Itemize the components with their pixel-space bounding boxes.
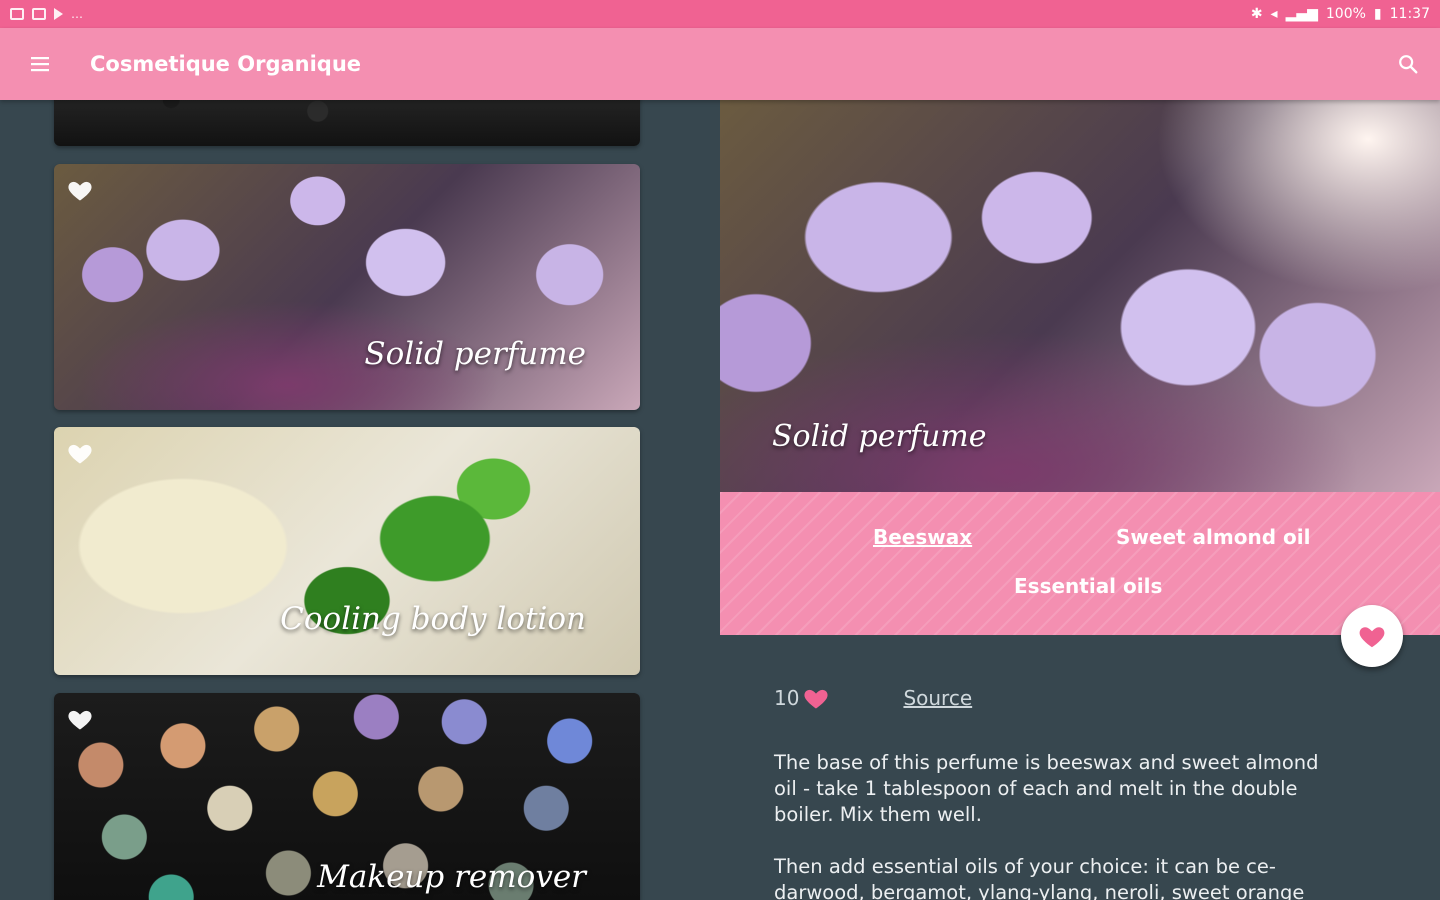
likes-count: 10 [774,686,800,710]
app-title: Cosmetique Organique [90,52,362,76]
search-button[interactable] [1390,46,1426,82]
image-notification-icon [10,8,24,20]
status-bar-system: ✱ ◂ ▂▄▆ 100% ▮ 11:37 [1251,6,1430,22]
source-link[interactable]: Source [903,686,972,710]
recipe-card[interactable]: Cooling body lotion [54,427,640,675]
likes-counter: 10 [774,684,831,712]
recipe-hero: Solid perfume [720,100,1440,492]
mute-icon: ◂ [1270,6,1278,22]
signal-icon: ▂▄▆ [1285,6,1318,22]
recipe-list[interactable]: Solid perfume Cooling body lotion Makeup… [0,100,720,900]
more-notifications-icon: … [71,7,83,21]
recipe-card[interactable]: Solid perfume [54,164,640,410]
description-paragraph: Then add essential oils of your choice: … [774,855,1305,900]
status-bar-notifications: … [10,7,83,21]
recipe-card-partial[interactable] [54,100,640,146]
heart-icon [1359,627,1385,648]
recipe-card-title: Solid perfume [364,336,586,372]
description-paragraph: The base of this perfume is beeswax and … [774,751,1319,826]
ingredient-link[interactable]: Essential oils [1014,574,1162,598]
play-notification-icon [54,8,63,20]
recipe-card-image [54,164,640,410]
battery-icon: ▮ [1373,6,1382,22]
recipe-title: Solid perfume [772,419,987,454]
recipe-description: The base of this perfume is beeswax and … [774,750,1344,900]
favorite-button[interactable] [1341,605,1403,667]
heart-outline-icon[interactable] [66,705,94,733]
clock: 11:37 [1389,6,1430,22]
app-bar: Cosmetique Organique [0,28,1440,100]
search-icon [1399,55,1418,74]
menu-icon [31,57,49,72]
cast-notification-icon [32,8,46,20]
ingredient-link[interactable]: Beeswax [873,525,972,549]
recipe-card-title: Cooling body lotion [280,601,586,637]
heart-outline-icon[interactable] [66,439,94,467]
heart-icon [804,689,829,709]
recipe-card-image [54,427,640,675]
ingredient-link[interactable]: Sweet almond oil [1116,525,1310,549]
recipe-card[interactable]: Makeup remover [54,693,640,900]
bluetooth-icon: ✱ [1250,6,1263,22]
recipe-card-title: Makeup remover [317,859,586,895]
ingredients-panel: Beeswax Sweet almond oil Essential oils [720,492,1440,635]
recipe-detail[interactable]: Solid perfume Beeswax Sweet almond oil E… [720,100,1440,900]
recipe-meta: 10 Source [774,684,972,712]
status-bar: … ✱ ◂ ▂▄▆ 100% ▮ 11:37 [0,0,1440,28]
battery-level: 100% [1325,6,1366,22]
menu-button[interactable] [0,28,80,100]
heart-outline-icon[interactable] [66,176,94,204]
recipe-card-image [54,100,640,146]
